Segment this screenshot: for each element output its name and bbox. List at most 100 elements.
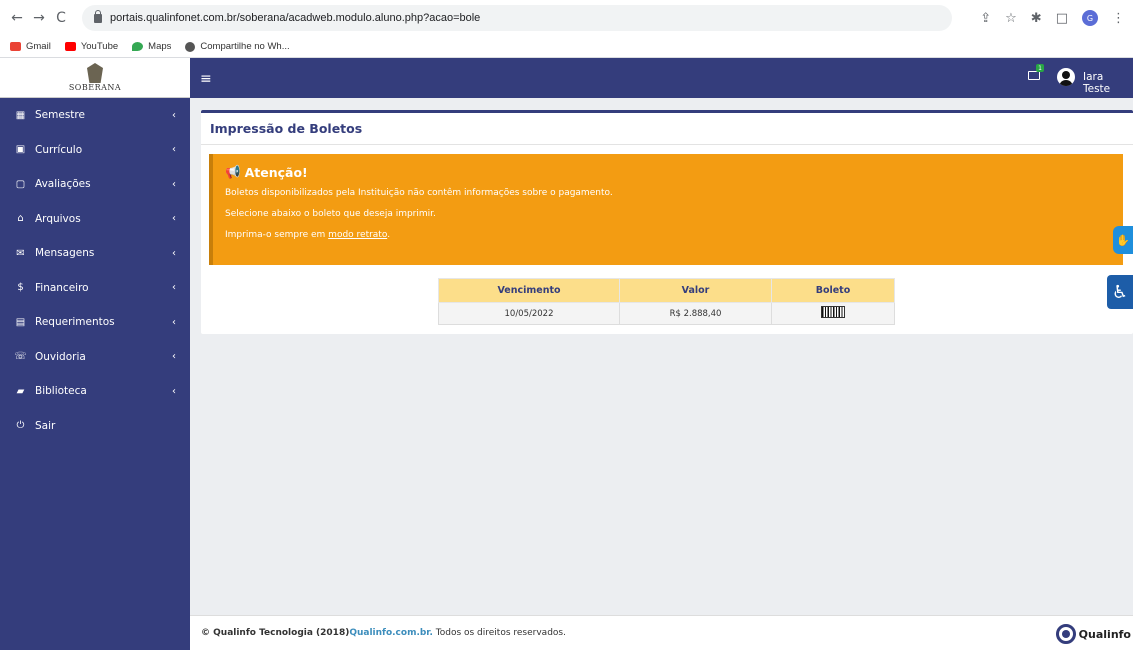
mail-icon[interactable] [1028,71,1040,80]
qualinfo-logo-icon [1055,624,1076,644]
cell-boleto [771,302,895,325]
sidebar-item-curriculo[interactable]: ▣ Currículo ‹ [0,133,190,168]
table-header-row: Vencimento Valor Boleto [438,278,895,303]
browser-menu-icon[interactable]: ⋮ [1112,11,1125,26]
warning-alert: 📢 Atenção! Boletos disponibilizados pela… [209,154,1123,265]
book-icon: ▣ [15,144,26,156]
sidebar-item-ouvidoria[interactable]: ☏ Ouvidoria ‹ [0,340,190,375]
sidebar-item-arquivos[interactable]: ⌂ Arquivos ‹ [0,202,190,237]
chevron-left-icon: ‹ [172,178,176,190]
sidebar-item-label: Avaliações [35,178,91,191]
profile-avatar[interactable]: G [1082,10,1098,26]
note-icon: ▢ [15,178,26,190]
sidebar-item-biblioteca[interactable]: ▰ Biblioteca ‹ [0,374,190,409]
chevron-left-icon: ‹ [172,385,176,397]
sidebar-item-label: Semestre [35,109,85,122]
user-avatar-icon[interactable] [1057,68,1075,86]
calendar-icon: ▦ [15,109,26,121]
bookmark-star-icon[interactable]: ☆ [1005,11,1017,26]
bookmark-gmail[interactable]: Gmail [10,41,51,52]
alert-line-3: Imprima-o sempre em modo retrato. [225,230,391,240]
content-area: Impressão de Boletos 📢 Atenção! Boletos … [190,98,1133,615]
forward-button[interactable]: → [28,10,50,26]
browser-toolbar: ← → C portais.qualinfonet.com.br/soberan… [0,0,1133,36]
power-icon: ⏻ [16,420,25,432]
chevron-left-icon: ‹ [172,316,176,328]
chevron-left-icon: ‹ [172,247,176,259]
gmail-icon [10,42,21,51]
footer-copyright: © Qualinfo Tecnologia (2018) [201,628,350,638]
chevron-left-icon: ‹ [172,109,176,121]
hands-icon: ✋ [1116,233,1130,247]
sidebar-item-label: Currículo [35,143,83,156]
boletos-card: Impressão de Boletos 📢 Atenção! Boletos … [201,110,1133,334]
sidebar-item-semestre[interactable]: ▦ Semestre ‹ [0,98,190,133]
dollar-icon: $ [17,282,24,294]
alert-line-2: Selecione abaixo o boleto que deseja imp… [225,209,436,219]
chevron-left-icon: ‹ [172,282,176,294]
sidebar-item-sair[interactable]: ⏻ Sair [0,409,190,444]
crest-icon [87,63,103,83]
share-icon[interactable]: ⇪ [980,11,991,26]
footer: © Qualinfo Tecnologia (2018) Qualinfo.co… [190,615,1133,650]
logo-text: SOBERANA [68,83,122,92]
modo-retrato-link[interactable]: modo retrato [328,230,387,240]
megaphone-icon: 📢 [225,164,241,179]
page-title: Impressão de Boletos [201,113,1133,145]
alert-line-1: Boletos disponibilizados pela Instituiçã… [225,188,613,198]
barcode-icon[interactable] [821,306,845,318]
column-header-valor: Valor [619,278,772,303]
chevron-left-icon: ‹ [172,213,176,225]
url-text: portais.qualinfonet.com.br/soberana/acad… [110,12,481,24]
sign-language-widget[interactable]: ✋ [1113,226,1133,254]
logo[interactable]: SOBERANA [0,58,190,98]
reload-button[interactable]: C [50,10,72,26]
hamburger-menu-icon[interactable]: ≡ [200,71,212,87]
envelope-icon: ✉ [16,247,25,259]
back-button[interactable]: ← [6,10,28,26]
sidebar: SOBERANA ▦ Semestre ‹ ▣ Currículo ‹ ▢ Avaliaç… [0,58,190,650]
lock-icon [94,9,102,23]
bookmarks-bar: Gmail YouTube Maps Compartilhe no Wh... [0,36,1133,58]
browser-actions: ⇪ ☆ ✱ □ G ⋮ [980,0,1125,36]
sidebar-item-label: Ouvidoria [35,350,86,363]
bookmark-whatsapp[interactable]: Compartilhe no Wh... [185,41,290,52]
address-bar[interactable]: portais.qualinfonet.com.br/soberana/acad… [82,5,952,31]
sidebar-item-mensagens[interactable]: ✉ Mensagens ‹ [0,236,190,271]
cell-valor: R$ 2.888,40 [619,302,772,325]
column-header-vencimento: Vencimento [438,278,620,303]
sidebar-item-financeiro[interactable]: $ Financeiro ‹ [0,271,190,306]
sidebar-item-label: Mensagens [35,247,95,260]
boletos-table: Vencimento Valor Boleto 10/05/2022 R$ 2.… [438,278,895,325]
sidebar-item-requerimentos[interactable]: ▤ Requerimentos ‹ [0,305,190,340]
top-navbar: ≡ 1 Iara Teste [190,58,1133,98]
sidebar-item-avaliacoes[interactable]: ▢ Avaliações ‹ [0,167,190,202]
chevron-left-icon: ‹ [172,144,176,156]
sidebar-item-label: Arquivos [35,212,81,225]
footer-link[interactable]: Qualinfo.com.br. [349,628,433,638]
alert-title: 📢 Atenção! [225,164,1111,180]
column-header-boleto: Boleto [771,278,895,303]
user-name[interactable]: Iara Teste [1083,71,1133,95]
sidebar-item-label: Sair [35,419,56,432]
library-book-icon: ▰ [16,385,25,397]
mail-count-badge: 1 [1036,64,1044,72]
extensions-icon[interactable]: ✱ [1031,11,1042,26]
qualinfo-logo: Qualinfo [1055,624,1131,644]
sidebar-item-label: Financeiro [35,281,89,294]
chevron-left-icon: ‹ [172,351,176,363]
wheelchair-icon: ♿ [1111,281,1129,303]
cell-vencimento: 10/05/2022 [438,302,620,325]
bookmark-youtube[interactable]: YouTube [64,41,118,52]
globe-icon [185,41,196,52]
sidepanel-icon[interactable]: □ [1056,11,1068,26]
hdd-icon: ⌂ [17,213,24,225]
alert-title-text: Atenção! [244,164,308,180]
footer-suffix: Todos os direitos reservados. [432,628,566,638]
accessibility-widget[interactable]: ♿ [1107,275,1133,309]
table-row: 10/05/2022 R$ 2.888,40 [438,302,895,325]
sidebar-item-label: Requerimentos [35,316,115,329]
bookmark-maps[interactable]: Maps [132,41,171,52]
maps-icon [132,42,144,51]
sidebar-item-label: Biblioteca [35,385,87,398]
